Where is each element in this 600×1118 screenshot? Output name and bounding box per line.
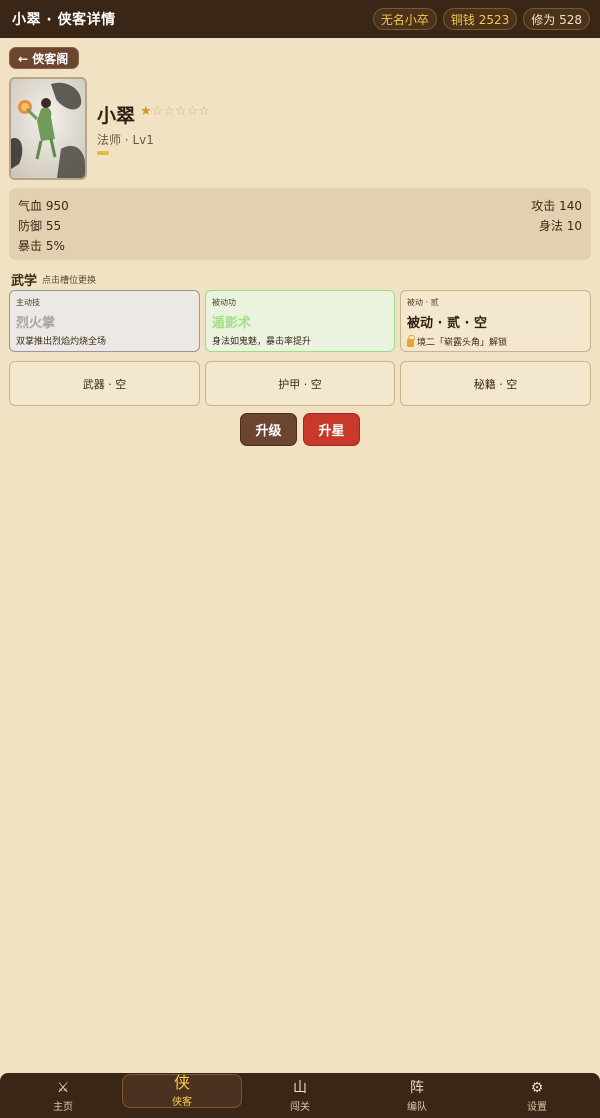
nav-settings[interactable]: ⚙ 设置 [477, 1073, 597, 1118]
skill-slot-passive-1[interactable]: 被动功 遁影术 身法如鬼魅，暴击率提升 [205, 290, 395, 352]
skills-title: 武学 [11, 274, 38, 289]
hero-class-level: 法师 · Lv1 [97, 133, 154, 147]
hero-star-rating: ★☆☆☆☆☆ [140, 104, 210, 119]
nav-label: 主页 [53, 1101, 73, 1113]
hero-exp-bar [97, 151, 109, 155]
skill-slot-lock-note: 境二「崭露头角」解锁 [407, 334, 508, 348]
star-empty-icons: ☆☆☆☆☆ [151, 104, 210, 119]
star-filled-icon: ★ [140, 104, 152, 119]
coins-badge: 铜钱 2523 [442, 8, 518, 30]
skill-slot-kind: 被动 · 贰 [407, 298, 439, 307]
skill-slot-kind: 主动技 [16, 298, 40, 307]
stat-crit: 暴击 5% [18, 239, 65, 253]
upgrade-button[interactable]: 升级 [240, 413, 297, 446]
stat-hp: 气血 950 [18, 199, 69, 213]
stat-defense: 防御 55 [18, 219, 62, 233]
skill-slot-active[interactable]: 主动技 烈火掌 双掌推出烈焰灼烧全场 [9, 290, 200, 352]
hero-portrait-image [11, 79, 85, 178]
bottom-nav: ⚔ 主页 侠 侠客 山 闯关 阵 编队 ⚙ 设置 [0, 1073, 600, 1118]
equip-slot-armor[interactable]: 护甲 · 空 [205, 361, 395, 406]
nav-label: 闯关 [290, 1101, 310, 1113]
mountain-glyph-icon: 山 [293, 1079, 307, 1096]
skill-slot-desc: 身法如鬼魅，暴击率提升 [212, 337, 312, 347]
resource-pills: 无名小卒 铜钱 2523 修为 528 [372, 8, 590, 30]
cultivation-badge: 修为 528 [523, 8, 590, 30]
rank-badge: 无名小卒 [372, 8, 437, 30]
page-title: 小翠 · 侠客详情 [12, 12, 116, 28]
skill-slot-kind: 被动功 [212, 298, 236, 307]
nav-label: 侠客 [172, 1097, 192, 1108]
star-up-button[interactable]: 升星 [303, 413, 360, 446]
nav-stages[interactable]: 山 闯关 [240, 1073, 360, 1118]
nav-heroes[interactable]: 侠 侠客 [122, 1074, 242, 1108]
stats-panel: 气血 950 攻击 140 防御 55 身法 10 暴击 5% [9, 188, 591, 260]
equip-slot-weapon[interactable]: 武器 · 空 [9, 361, 200, 406]
stat-attack: 攻击 140 [531, 199, 582, 213]
skill-slot-desc: 双掌推出烈焰灼烧全场 [16, 337, 107, 347]
nav-home[interactable]: ⚔ 主页 [3, 1073, 123, 1118]
formation-glyph-icon: 阵 [410, 1079, 424, 1096]
hero-glyph-icon: 侠 [173, 1073, 190, 1092]
skill-slot-name: 被动 · 贰 · 空 [407, 316, 487, 331]
skill-slot-passive-2[interactable]: 被动 · 贰 被动 · 贰 · 空 境二「崭露头角」解锁 [400, 290, 591, 352]
stat-agility: 身法 10 [538, 219, 582, 233]
hero-name: 小翠 [97, 105, 136, 127]
skill-slot-desc: 境二「崭露头角」解锁 [417, 338, 508, 348]
skill-slot-name: 遁影术 [212, 316, 252, 331]
hero-portrait [9, 77, 87, 180]
skills-hint: 点击槽位更换 [42, 276, 97, 286]
nav-formation[interactable]: 阵 编队 [357, 1073, 477, 1118]
equip-slot-manual[interactable]: 秘籍 · 空 [400, 361, 591, 406]
skill-slot-name: 烈火掌 [16, 316, 56, 331]
crossed-swords-icon: ⚔ [56, 1079, 70, 1096]
gear-icon: ⚙ [530, 1079, 544, 1096]
nav-label: 编队 [407, 1101, 427, 1113]
back-button[interactable]: ← 侠客阁 [9, 47, 80, 69]
top-bar: 小翠 · 侠客详情 无名小卒 铜钱 2523 修为 528 [0, 0, 600, 38]
nav-label: 设置 [527, 1101, 547, 1113]
lock-icon [407, 334, 415, 347]
